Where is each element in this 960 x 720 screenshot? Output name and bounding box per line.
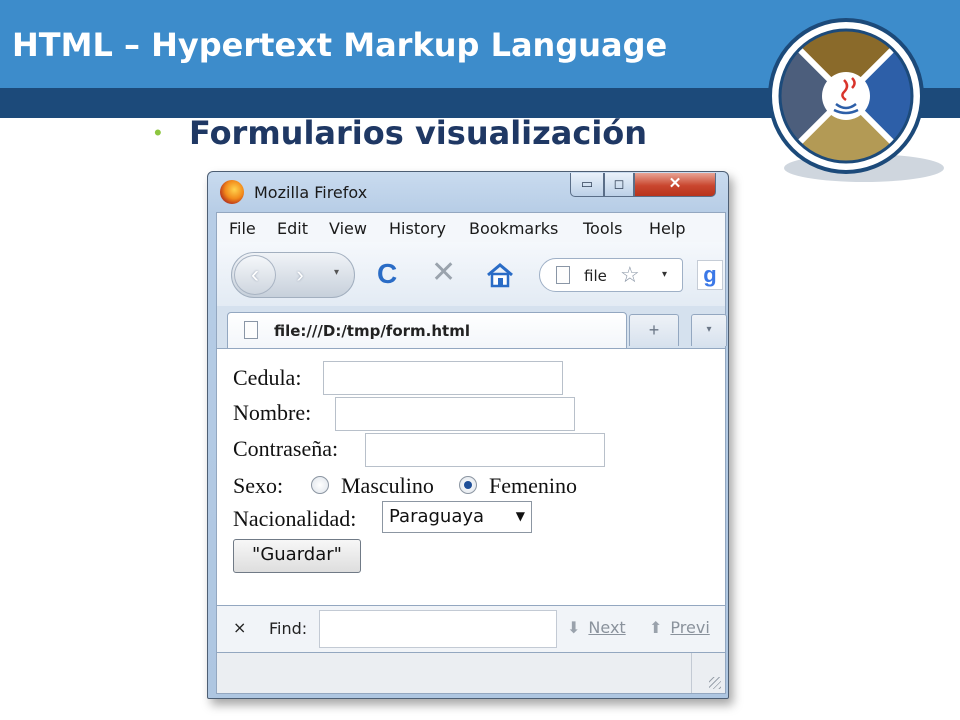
close-button[interactable]: ✕ xyxy=(634,173,716,197)
femenino-label: Femenino xyxy=(489,473,577,498)
nombre-label: Nombre: xyxy=(233,400,312,425)
slide-title: HTML – Hypertext Markup Language xyxy=(12,26,668,64)
menu-view[interactable]: View xyxy=(329,219,367,238)
cedula-label: Cedula: xyxy=(233,365,302,390)
slide-subtitle: Formularios visualización xyxy=(189,114,648,152)
nacionalidad-select[interactable]: Paraguaya ▼ xyxy=(382,501,532,533)
chevron-down-icon: ▼ xyxy=(515,509,525,523)
menu-tools[interactable]: Tools xyxy=(583,219,622,238)
bullet-marker: • xyxy=(154,120,162,145)
menu-help[interactable]: Help xyxy=(649,219,685,238)
tab-strip: file:///D:/tmp/form.html + ▾ xyxy=(216,306,727,348)
arrow-down-icon: ⬇ xyxy=(567,618,581,637)
navigation-toolbar: ‹ › ▾ C ✕ file ☆ ▾ g xyxy=(216,242,726,306)
arrow-up-icon: ⬆ xyxy=(649,618,663,637)
search-engine-icon[interactable]: g xyxy=(697,260,723,290)
nombre-input[interactable] xyxy=(335,397,575,431)
firefox-icon xyxy=(220,180,244,204)
menu-bookmarks[interactable]: Bookmarks xyxy=(469,219,558,238)
forward-button[interactable]: › xyxy=(282,262,318,288)
guardar-button[interactable]: "Guardar" xyxy=(233,539,361,573)
tab-list-button[interactable]: ▾ xyxy=(691,314,727,346)
find-next-label: Next xyxy=(588,618,626,637)
maximize-button[interactable]: ◻ xyxy=(604,173,634,197)
sexo-label: Sexo: xyxy=(233,473,284,498)
history-dropdown-icon[interactable]: ▾ xyxy=(334,267,339,278)
close-find-icon[interactable]: × xyxy=(233,618,246,637)
url-dropdown-icon[interactable]: ▾ xyxy=(662,269,667,280)
nacionalidad-label: Nacionalidad: xyxy=(233,506,357,531)
new-tab-button[interactable]: + xyxy=(629,314,679,346)
contrasena-label: Contraseña: xyxy=(233,436,339,461)
stop-icon[interactable]: ✕ xyxy=(431,258,456,288)
find-previous-label: Previ xyxy=(670,618,710,637)
bookmark-star-icon[interactable]: ☆ xyxy=(620,262,640,288)
menu-bar: File Edit View History Bookmarks Tools H… xyxy=(216,212,726,242)
menu-edit[interactable]: Edit xyxy=(277,219,308,238)
slide: HTML – Hypertext Markup Language • Formu… xyxy=(0,0,960,720)
find-input[interactable] xyxy=(319,610,557,648)
menu-file[interactable]: File xyxy=(229,219,256,238)
status-bar xyxy=(216,652,726,694)
url-bar[interactable]: file ☆ ▾ xyxy=(539,258,683,292)
menu-history[interactable]: History xyxy=(389,219,446,238)
find-next-button[interactable]: ⬇ Next xyxy=(567,618,626,637)
find-previous-button[interactable]: ⬆ Previ xyxy=(649,618,710,637)
resize-grip-icon[interactable] xyxy=(709,677,721,689)
window-titlebar[interactable]: Mozilla Firefox ▭ ◻ ✕ xyxy=(208,172,728,208)
window-title: Mozilla Firefox xyxy=(254,183,368,202)
status-divider xyxy=(691,653,692,693)
java-logo-icon xyxy=(768,18,944,182)
url-text: file xyxy=(584,267,607,285)
radio-masculino[interactable] xyxy=(311,476,329,494)
reload-icon[interactable]: C xyxy=(377,260,397,288)
minimize-button[interactable]: ▭ xyxy=(570,173,604,197)
nacionalidad-value: Paraguaya xyxy=(389,506,485,527)
page-icon xyxy=(556,266,570,284)
masculino-label: Masculino xyxy=(341,473,434,498)
firefox-window: Mozilla Firefox ▭ ◻ ✕ File Edit View His… xyxy=(207,171,729,699)
tab-form-html[interactable]: file:///D:/tmp/form.html xyxy=(227,312,627,348)
cedula-input[interactable] xyxy=(323,361,563,395)
find-bar: × Find: ⬇ Next ⬆ Previ xyxy=(216,606,726,652)
radio-femenino[interactable] xyxy=(459,476,477,494)
contrasena-input[interactable] xyxy=(365,433,605,467)
tab-label: file:///D:/tmp/form.html xyxy=(274,322,470,340)
page-content: Cedula: Nombre: Contraseña: Sexo: Mascul… xyxy=(216,348,726,606)
home-icon[interactable] xyxy=(485,262,515,288)
back-forward-group: ‹ › ▾ xyxy=(231,252,355,298)
find-label: Find: xyxy=(269,619,308,638)
back-button[interactable]: ‹ xyxy=(234,255,276,295)
tab-page-icon xyxy=(244,321,258,339)
